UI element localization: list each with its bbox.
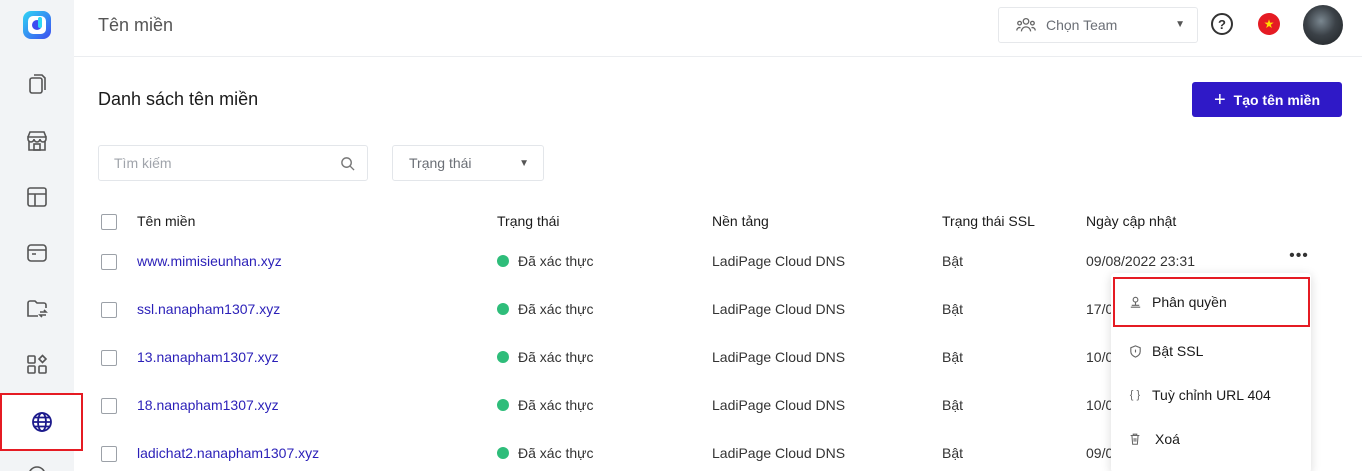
chevron-down-icon: ▼ [519, 158, 529, 169]
team-icon [1016, 17, 1036, 32]
search-placeholder: Tìm kiếm [114, 155, 172, 171]
verified-dot-icon [497, 399, 509, 411]
platform-cell: LadiPage Cloud DNS [712, 301, 846, 317]
status-filter-label: Trạng thái [409, 155, 472, 171]
globe-icon [31, 412, 52, 432]
status-cell: Đã xác thực [497, 445, 594, 461]
select-all-checkbox[interactable] [101, 214, 117, 230]
more-actions-icon[interactable]: ••• [1288, 248, 1310, 267]
row-checkbox[interactable] [101, 446, 117, 462]
sidebar-item-templates[interactable] [0, 177, 74, 217]
column-header-status[interactable]: Trạng thái [497, 213, 560, 229]
row-actions-menu: Phân quyền Bật SSL { } Tuỳ chỉnh URL 404… [1111, 273, 1311, 471]
chevron-down-icon: ▼ [1175, 19, 1185, 30]
updated-cell: 10/0 [1086, 349, 1114, 365]
status-filter-select[interactable]: Trạng thái ▼ [392, 145, 544, 181]
pages-icon [29, 74, 46, 94]
status-text: Đã xác thực [518, 301, 594, 317]
domain-link[interactable]: 13.nanapham1307.xyz [137, 349, 279, 365]
menu-item-permissions[interactable]: Phân quyền [1113, 277, 1310, 327]
search-input[interactable]: Tìm kiếm [98, 145, 368, 181]
column-header-domain[interactable]: Tên miền [137, 213, 195, 229]
help-icon[interactable]: ? [1211, 13, 1233, 35]
verified-dot-icon [497, 447, 509, 459]
status-text: Đã xác thực [518, 349, 594, 365]
platform-cell: LadiPage Cloud DNS [712, 397, 846, 413]
status-cell: Đã xác thực [497, 301, 594, 317]
sidebar [0, 0, 83, 471]
sidebar-item-apps[interactable] [0, 345, 74, 385]
updated-cell: 10/0 [1086, 397, 1114, 413]
sidebar-item-store[interactable] [0, 121, 74, 161]
sidebar-item-files[interactable] [0, 289, 74, 329]
platform-cell: LadiPage Cloud DNS [712, 253, 846, 269]
list-title: Danh sách tên miền [98, 89, 259, 109]
menu-item-custom-404[interactable]: { } Tuỳ chỉnh URL 404 [1111, 373, 1311, 417]
user-permission-icon [1127, 294, 1143, 310]
menu-item-label: Bật SSL [1152, 343, 1204, 359]
sidebar-item-domains[interactable] [0, 393, 83, 451]
updated-cell: 09/08/2022 23:31 [1086, 253, 1195, 269]
status-text: Đã xác thực [518, 253, 594, 269]
platform-cell: LadiPage Cloud DNS [712, 445, 846, 461]
domain-link[interactable]: 18.nanapham1307.xyz [137, 397, 279, 413]
domain-link[interactable]: ssl.nanapham1307.xyz [137, 301, 280, 317]
ssl-cell: Bật [942, 349, 964, 365]
status-text: Đã xác thực [518, 397, 594, 413]
create-domain-label: Tạo tên miền [1233, 91, 1321, 108]
row-checkbox[interactable] [101, 398, 117, 414]
verified-dot-icon [497, 303, 509, 315]
ssl-cell: Bật [942, 397, 964, 413]
column-header-ssl[interactable]: Trạng thái SSL [942, 213, 1035, 229]
status-cell: Đã xác thực [497, 349, 594, 365]
team-select[interactable]: Chọn Team ▼ [998, 7, 1198, 43]
apps-icon [27, 354, 48, 374]
domain-link[interactable]: ladichat2.nanapham1307.xyz [137, 445, 319, 461]
folder-transfer-icon [27, 300, 48, 318]
menu-item-enable-ssl[interactable]: Bật SSL [1111, 329, 1311, 373]
team-select-label: Chọn Team [1046, 17, 1118, 33]
trash-icon [1127, 431, 1143, 447]
domain-link[interactable]: www.mimisieunhan.xyz [137, 253, 282, 269]
status-cell: Đã xác thực [497, 397, 594, 413]
sidebar-item-more[interactable] [0, 458, 74, 471]
ssl-cell: Bật [942, 445, 964, 461]
avatar[interactable] [1303, 5, 1343, 45]
column-header-platform[interactable]: Nền tảng [712, 213, 769, 229]
browser-icon [27, 244, 47, 262]
row-checkbox[interactable] [101, 302, 117, 318]
vietnam-flag-icon[interactable]: ★ [1258, 13, 1280, 35]
top-header: Tên miền Chọn Team ▼ ? ★ [74, 0, 1362, 57]
column-header-updated[interactable]: Ngày cập nhật [1086, 213, 1176, 229]
plus-icon: + [1213, 88, 1226, 111]
ssl-cell: Bật [942, 301, 964, 317]
platform-cell: LadiPage Cloud DNS [712, 349, 846, 365]
settings-icon [29, 466, 45, 471]
search-icon [341, 157, 355, 171]
row-checkbox[interactable] [101, 350, 117, 366]
row-checkbox[interactable] [101, 254, 117, 270]
verified-dot-icon [497, 351, 509, 363]
status-text: Đã xác thực [518, 445, 594, 461]
menu-item-delete[interactable]: Xoá [1111, 417, 1311, 461]
ssl-cell: Bật [942, 253, 964, 269]
menu-item-label: Phân quyền [1152, 294, 1227, 310]
shield-icon [1127, 343, 1143, 359]
menu-item-label: Tuỳ chỉnh URL 404 [1152, 387, 1271, 403]
code-braces-icon: { } [1129, 389, 1141, 401]
menu-item-label: Xoá [1155, 431, 1180, 447]
verified-dot-icon [497, 255, 509, 267]
layout-icon [27, 187, 47, 207]
updated-cell: 17/0 [1086, 301, 1114, 317]
page-title: Tên miền [98, 15, 174, 35]
sidebar-item-browser[interactable] [0, 233, 74, 273]
create-domain-button[interactable]: + Tạo tên miền [1192, 82, 1342, 117]
status-cell: Đã xác thực [497, 253, 594, 269]
ladipage-logo-icon[interactable] [21, 9, 53, 41]
store-icon [27, 131, 47, 151]
updated-cell: 09/0 [1086, 445, 1114, 461]
sidebar-item-pages[interactable] [0, 65, 74, 105]
